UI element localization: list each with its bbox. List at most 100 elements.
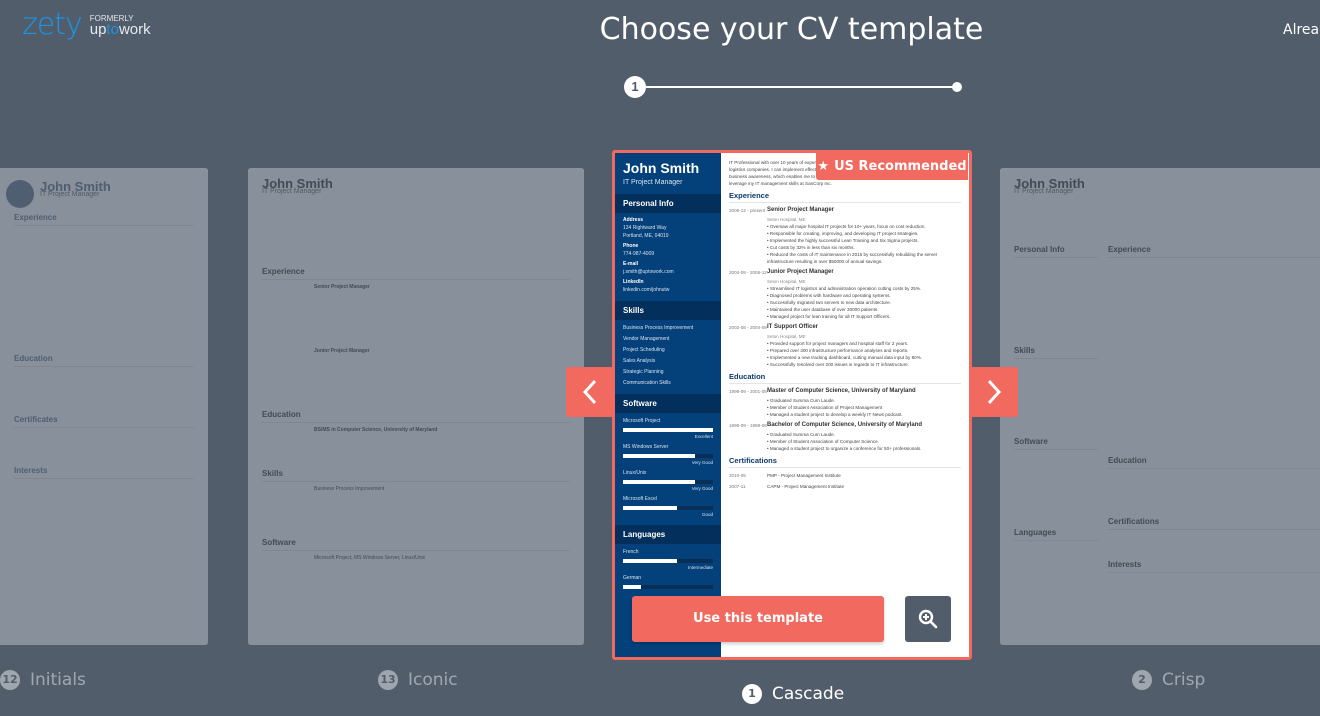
experience-title: Junior Project Manager <box>767 269 834 275</box>
education-bullet: Graduated Summa Cum Laude. <box>767 397 961 404</box>
education-bullet: Graduated Summa Cum Laude. <box>767 431 961 438</box>
badge-label: US Recommended <box>834 158 967 174</box>
education-entry: 1996-09 - 1999-06 Bachelor of Computer Sc… <box>729 422 961 452</box>
experience-date: 2002-08 - 2004-09 <box>729 325 767 330</box>
skill-item: Communication Skills <box>623 380 671 386</box>
skill-item: Business Process Improvement <box>623 325 694 331</box>
software-level-label: Very Good <box>691 486 713 491</box>
experience-bullet: Reduced the costs of IT maintenance in 2… <box>767 251 961 265</box>
experience-bullet: Cut costs by 32% in less than six months… <box>767 244 961 251</box>
experience-entry: 2006-12 - present Senior Project Manager S… <box>729 207 961 265</box>
experience-bullet: Implemented a new tracking dashboard, cu… <box>767 354 961 361</box>
resume-job-title: IT Project Manager <box>623 179 683 186</box>
experience-heading: Experience <box>729 192 961 203</box>
software-name: MS Windows Server <box>623 444 669 450</box>
inactive-overlay <box>0 168 208 645</box>
language-level-fill <box>623 585 641 589</box>
experience-bullets: Provided support for project managers an… <box>767 340 961 368</box>
language-level-label: Intermediate <box>687 565 713 570</box>
star-icon: ★ <box>817 158 830 174</box>
experience-body: Junior Project Manager Seton Hospital, ME… <box>767 269 961 320</box>
languages-heading: Languages <box>615 525 721 544</box>
skills-list: Business Process Improvement Vendor Manag… <box>615 320 721 386</box>
software-list: Microsoft Project Excellent MS Windows Ser… <box>615 413 721 517</box>
software-level-label: Good <box>701 512 713 517</box>
experience-bullet: Maintained the user database of over 300… <box>767 306 961 313</box>
software-level-fill <box>623 428 713 432</box>
education-bullet: Member of Student Association of Compute… <box>767 438 961 445</box>
next-template-button[interactable] <box>970 367 1018 417</box>
skill-item: Project Scheduling <box>623 347 665 353</box>
certification-title: CAPM - Project Management Institute <box>767 484 845 489</box>
step-2-indicator <box>952 82 962 92</box>
template-card-initials[interactable]: John Smith IT Project Manager Experience… <box>0 168 208 645</box>
software-level-bar <box>623 480 713 484</box>
software-level-bar <box>623 428 713 432</box>
template-card-crisp[interactable]: John Smith IT Project Manager Personal I… <box>1000 168 1320 645</box>
personal-info-list: Address 134 Rightward Way Portland, ME, 04… <box>615 213 721 293</box>
language-level-fill <box>623 559 677 563</box>
personal-info-heading: Personal Info <box>615 194 721 213</box>
template-label-initials[interactable]: 12 Initials <box>0 670 86 690</box>
software-level-label: Excellent <box>694 434 713 439</box>
education-list: 1999-09 - 2001-05 Master of Computer Scie… <box>729 388 961 452</box>
zoom-preview-button[interactable] <box>905 596 951 642</box>
experience-bullet: Successfully resolved over 200 issues in… <box>767 361 961 368</box>
education-body: Bachelor of Computer Science, University… <box>767 422 961 452</box>
use-this-template-button[interactable]: Use this template <box>632 596 884 642</box>
resume-name: John Smith <box>623 160 700 176</box>
experience-bullet: Streamlined IT logistics and administrat… <box>767 285 961 292</box>
template-name: Iconic <box>408 670 458 690</box>
experience-bullet: Prepared over 300 infrastructure perform… <box>767 347 961 354</box>
template-number: 2 <box>1132 670 1152 690</box>
already-have-account-link[interactable]: Already have an account? <box>1283 22 1320 38</box>
language-name: German <box>623 575 642 581</box>
software-level-fill <box>623 506 677 510</box>
experience-company: Seton Hospital, ME <box>767 334 806 339</box>
experience-bullet: Successfully migrated two servers to new… <box>767 299 961 306</box>
software-level-bar <box>623 506 713 510</box>
software-level-bar <box>623 454 713 458</box>
education-title: Master of Computer Science, University o… <box>767 388 916 394</box>
template-name: Crisp <box>1162 670 1206 690</box>
template-card-iconic[interactable]: John Smith IT Project Manager Experience… <box>248 168 584 645</box>
experience-bullet: Oversaw all major hospital IT projects f… <box>767 223 961 230</box>
language-name: French <box>623 549 639 555</box>
education-date: 1996-09 - 1999-06 <box>729 423 767 428</box>
personal-info-value: 134 Rightward Way <box>623 225 667 231</box>
previous-template-button[interactable] <box>566 367 614 417</box>
template-number: 12 <box>0 670 20 690</box>
software-level-label: Very Good <box>691 460 713 465</box>
template-card-cascade[interactable]: John Smith IT Project Manager Personal I… <box>612 150 972 660</box>
template-label-crisp[interactable]: 2 Crisp <box>1132 670 1205 690</box>
education-title: Bachelor of Computer Science, University… <box>767 422 923 428</box>
software-level-fill <box>623 480 695 484</box>
template-label-cascade[interactable]: 1 Cascade <box>742 684 844 704</box>
experience-entry: 2004-09 - 2006-12 Junior Project Manager S… <box>729 269 961 320</box>
certification-entry: 2007-11 CAPM - Project Management Institu… <box>729 483 961 490</box>
experience-bullet: Diagnosed problems with hardware and ope… <box>767 292 961 299</box>
personal-info-key: Phone <box>623 243 639 249</box>
personal-info-key: E-mail <box>623 261 639 267</box>
zoom-in-icon <box>918 609 938 629</box>
experience-bullet: Managed project for lean training for al… <box>767 313 961 320</box>
software-level-fill <box>623 454 695 458</box>
experience-entry: 2002-08 - 2004-09 IT Support Officer Seton… <box>729 324 961 368</box>
experience-bullets: Oversaw all major hospital IT projects f… <box>767 223 961 265</box>
education-entry: 1999-09 - 2001-05 Master of Computer Scie… <box>729 388 961 418</box>
education-date: 1999-09 - 2001-05 <box>729 389 767 394</box>
skill-item: Vendor Management <box>623 336 670 342</box>
inactive-overlay <box>1000 168 1320 645</box>
template-name: Cascade <box>772 684 845 704</box>
personal-info-value: 774-987-4009 <box>623 251 655 257</box>
education-body: Master of Computer Science, University o… <box>767 388 961 418</box>
skill-item: Strategic Planning <box>623 369 664 375</box>
progress-steps: 1 <box>624 76 964 98</box>
resume-main: IT Professional with over 10 years of ex… <box>721 153 969 657</box>
page-title: Choose your CV template <box>599 12 984 47</box>
template-label-iconic[interactable]: 13 Iconic <box>378 670 458 690</box>
certification-title: PMP - Project Management Institute <box>767 473 841 478</box>
certifications-list: 2010-05 PMP - Project Management Institut… <box>729 472 961 490</box>
language-level-bar <box>623 559 713 563</box>
software-name: Microsoft Excel <box>623 496 657 502</box>
